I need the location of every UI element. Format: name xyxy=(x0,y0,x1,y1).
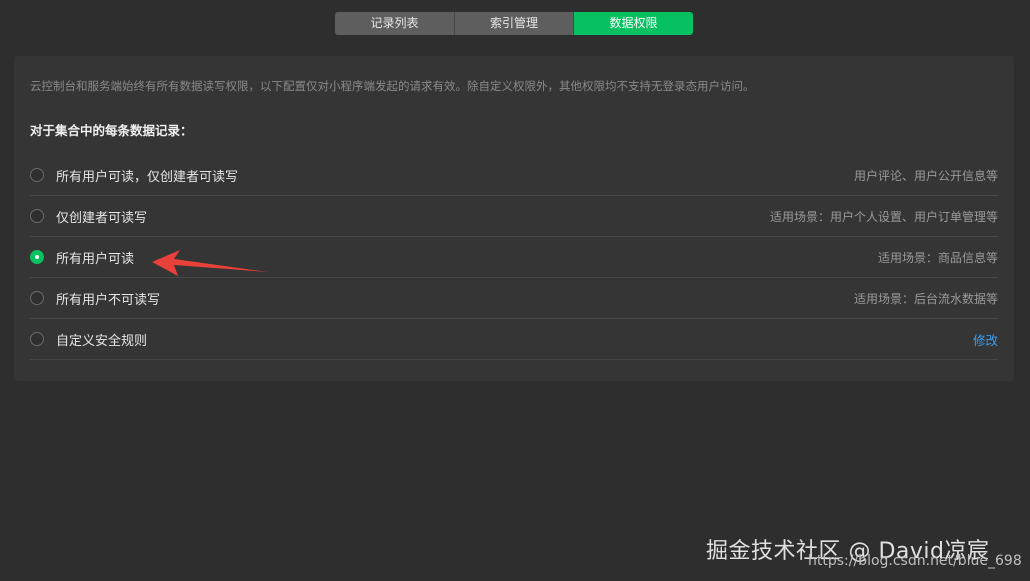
option-label: 所有用户可读，仅创建者可读写 xyxy=(56,169,239,185)
section-title: 对于集合中的每条数据记录： xyxy=(30,123,193,138)
option-description: 适用场景：后台流水数据等 xyxy=(853,291,998,306)
permissions-notice: 云控制台和服务端始终有所有数据读写权限，以下配置仅对小程序端发起的请求有效。除自… xyxy=(30,79,755,93)
option-creator-only[interactable]: 仅创建者可读写 适用场景：用户个人设置、用户订单管理等 xyxy=(30,196,998,237)
tab-index-management[interactable]: 索引管理 xyxy=(454,12,573,35)
url-watermark: https://blog.csdn.net/blue_698 xyxy=(808,553,1022,569)
option-label: 所有用户可读 xyxy=(56,251,135,267)
option-description: 用户评论、用户公开信息等 xyxy=(853,168,998,183)
edit-rules-link[interactable]: 修改 xyxy=(973,330,998,349)
option-description: 适用场景：用户个人设置、用户订单管理等 xyxy=(769,209,998,224)
option-all-read-creator-write[interactable]: 所有用户可读，仅创建者可读写 用户评论、用户公开信息等 xyxy=(30,155,998,196)
option-label: 仅创建者可读写 xyxy=(56,210,148,226)
radio-button[interactable] xyxy=(30,332,44,346)
radio-button[interactable] xyxy=(30,168,44,182)
option-label: 自定义安全规则 xyxy=(56,333,148,349)
radio-button[interactable] xyxy=(30,209,44,223)
radio-button[interactable] xyxy=(30,291,44,305)
tab-bar: 记录列表 索引管理 数据权限 xyxy=(335,12,693,35)
tab-record-list[interactable]: 记录列表 xyxy=(335,12,454,35)
option-description: 适用场景：商品信息等 xyxy=(877,250,998,265)
tab-data-permissions[interactable]: 数据权限 xyxy=(573,12,693,35)
radio-button-checked[interactable] xyxy=(30,250,44,264)
option-custom-rules[interactable]: 自定义安全规则 修改 xyxy=(30,319,998,360)
option-label: 所有用户不可读写 xyxy=(56,292,161,308)
permissions-panel: 云控制台和服务端始终有所有数据读写权限，以下配置仅对小程序端发起的请求有效。除自… xyxy=(14,56,1014,381)
option-no-access[interactable]: 所有用户不可读写 适用场景：后台流水数据等 xyxy=(30,278,998,319)
annotation-arrow-icon xyxy=(152,250,268,276)
